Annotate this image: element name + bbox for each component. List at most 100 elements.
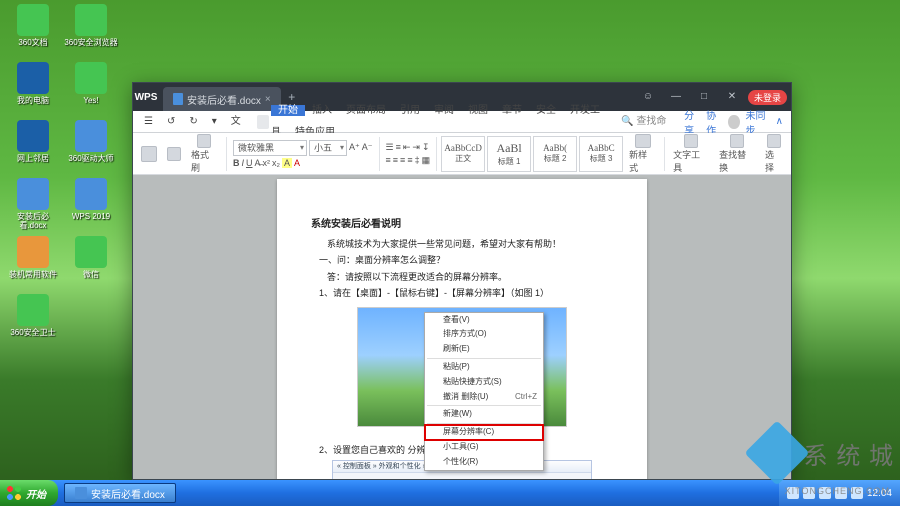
desktop-icon[interactable]: 安装后必看.docx [4, 178, 62, 230]
qat-more[interactable]: ▾ [205, 111, 224, 133]
find-replace-button[interactable]: 查找替换 [715, 134, 759, 174]
menu-item[interactable]: 章节 [495, 105, 529, 116]
document-area[interactable]: 系统安装后必看说明 系统城技术为大家提供一些常见问题，希望对大家有帮助！ 一、问… [133, 175, 791, 479]
window-controls: ☺ — □ ✕ 未登录 [636, 88, 791, 106]
new-style-button[interactable]: 新样式 [625, 134, 660, 174]
login-pill[interactable]: 未登录 [748, 90, 787, 105]
menu-item[interactable]: 开始 [271, 105, 305, 116]
indent-dec-icon[interactable]: ⇤ [403, 142, 411, 153]
sub-button[interactable]: x₂ [272, 158, 280, 168]
feedback-icon[interactable]: ☺ [636, 88, 660, 106]
avatar[interactable] [728, 115, 739, 129]
format-brush-button[interactable]: 格式刷 [187, 134, 222, 174]
minimize-button[interactable]: — [664, 88, 688, 106]
context-menu-item: 屏幕分辨率(C) [425, 425, 543, 440]
doc-heading: 系统安装后必看说明 [311, 217, 613, 233]
desktop-icon[interactable]: 360文档 [4, 4, 62, 56]
bold-button[interactable]: B [233, 158, 240, 168]
style-box[interactable]: AaBl标题 1 [487, 136, 531, 172]
desktop-icon[interactable]: 360安全卫士 [4, 294, 62, 346]
font-name-select[interactable]: 微软雅黑 [233, 140, 307, 156]
desktop-icon[interactable]: 微信 [62, 236, 120, 288]
grow-font-icon[interactable]: A⁺ [349, 142, 360, 153]
sync-status: 未同步 [746, 107, 770, 137]
context-menu-item: 粘贴(P) [425, 360, 543, 375]
bullets-icon[interactable]: ☰ [386, 142, 394, 153]
collapse-ribbon-icon[interactable]: ∧ [776, 116, 783, 127]
align-center-icon[interactable]: ≡ [393, 155, 398, 165]
font-size-select[interactable]: 小五 [309, 140, 347, 156]
menu-item[interactable]: 审阅 [427, 105, 461, 116]
windows-logo-icon [6, 485, 22, 501]
super-button[interactable]: x² [263, 158, 271, 168]
context-menu-item: 刷新(E) [425, 342, 543, 357]
qat-redo[interactable]: ↻ [182, 111, 204, 133]
wps-logo: WPS [133, 83, 159, 111]
start-button[interactable]: 开始 [0, 480, 58, 506]
text-tools-button[interactable]: 文字工具 [669, 134, 713, 174]
menu-item[interactable]: 插入 [305, 105, 339, 116]
shading-icon[interactable]: ▦ [422, 155, 431, 166]
desktop-icon[interactable]: 360驱动大师 [62, 120, 120, 172]
style-box[interactable]: AaBb(标题 2 [533, 136, 577, 172]
highlight-button[interactable]: A [282, 158, 292, 168]
strike-button[interactable]: A̶ [255, 158, 261, 168]
shrink-font-icon[interactable]: A⁻ [362, 142, 373, 153]
desktop-icon[interactable]: 360安全浏览器 [62, 4, 120, 56]
menu-item[interactable]: 安全 [529, 105, 563, 116]
context-menu-item: 撤消 删除(U)Ctrl+Z [425, 390, 543, 405]
desktop-icon[interactable]: 网上邻居 [4, 120, 62, 172]
context-menu-item: 粘贴快捷方式(S) [425, 375, 543, 390]
watermark: 系 统 城 XITONGCHENG.COM [754, 430, 894, 476]
menu-item[interactable]: 页面布局 [339, 105, 393, 116]
font-color-button[interactable]: A [294, 158, 300, 168]
styles-gallery[interactable]: AaBbCcD正文AaBl标题 1AaBb(标题 2AaBbC标题 3 [441, 136, 623, 172]
align-right-icon[interactable]: ≡ [400, 155, 405, 165]
sort-icon[interactable]: ↧ [422, 142, 430, 153]
desktop-icon[interactable]: 我的电脑 [4, 62, 62, 114]
qat-menu[interactable]: ☰ [137, 111, 160, 133]
menu-search[interactable]: 🔍 查找命令… [614, 111, 684, 133]
desktop-icon[interactable]: 装机常用软件 [4, 236, 62, 288]
context-menu: 查看(V)排序方式(O)刷新(E)粘贴(P)粘贴快捷方式(S)撤消 删除(U)C… [424, 312, 544, 471]
desktop-icons: 360文档360安全浏览器我的电脑Yes!网上邻居360驱动大师安装后必看.do… [4, 4, 134, 352]
menu-item[interactable]: 视图 [461, 105, 495, 116]
share-button[interactable]: 分享 [684, 107, 700, 137]
page: 系统安装后必看说明 系统城技术为大家提供一些常见问题，希望对大家有帮助！ 一、问… [277, 179, 647, 479]
line-spacing-icon[interactable]: ‡ [415, 155, 420, 165]
style-box[interactable]: AaBbCcD正文 [441, 136, 485, 172]
maximize-button[interactable]: □ [692, 88, 716, 106]
doc-icon [173, 93, 183, 105]
document-tab[interactable]: 安装后必看.docx × [163, 87, 281, 111]
watermark-brand: 系 统 城 [804, 436, 894, 471]
copy-button[interactable] [163, 134, 185, 174]
ribbon: 格式刷 微软雅黑 小五 A⁺ A⁻ B I U A̶ x² x₂ A A [133, 133, 791, 175]
qat-undo[interactable]: ↺ [160, 111, 182, 133]
underline-button[interactable]: U [246, 158, 253, 168]
close-button[interactable]: ✕ [720, 88, 744, 106]
menu-item[interactable]: 引用 [393, 105, 427, 116]
collab-button[interactable]: 协作 [706, 107, 722, 137]
style-box[interactable]: AaBbC标题 3 [579, 136, 623, 172]
menu-file[interactable]: 文件 [224, 111, 255, 133]
desktop-icon[interactable]: Yes! [62, 62, 120, 114]
doc-step1: 1、请在【桌面】-【鼠标右键】-【屏幕分辨率】（如图 1） [311, 286, 613, 300]
align-left-icon[interactable]: ≡ [386, 155, 391, 165]
select-button[interactable]: 选择 [761, 134, 787, 174]
doc-intro: 系统城技术为大家提供一些常见问题，希望对大家有帮助！ [311, 237, 613, 251]
close-tab-icon[interactable]: × [265, 94, 271, 105]
italic-button[interactable]: I [241, 158, 244, 168]
numbering-icon[interactable]: ≡ [396, 142, 401, 152]
paste-button[interactable] [137, 134, 161, 174]
menu-sep-icon [257, 115, 269, 129]
context-menu-item: 小工具(G) [425, 440, 543, 455]
indent-inc-icon[interactable]: ⇥ [412, 142, 420, 153]
align-justify-icon[interactable]: ≡ [407, 155, 412, 165]
doc-q1: 一、问：桌面分辨率怎么调整？ [311, 253, 613, 267]
context-menu-item: 新建(W) [425, 407, 543, 422]
desktop-icon[interactable]: WPS 2019 [62, 178, 120, 230]
menubar: ☰ ↺ ↻ ▾ 文件 开始插入页面布局引用审阅视图章节安全开发工具特色应用 🔍 … [133, 111, 791, 133]
taskbar-task[interactable]: 安装后必看.docx [64, 483, 176, 503]
context-menu-item: 个性化(R) [425, 455, 543, 470]
emb2-toolbar [333, 473, 591, 479]
